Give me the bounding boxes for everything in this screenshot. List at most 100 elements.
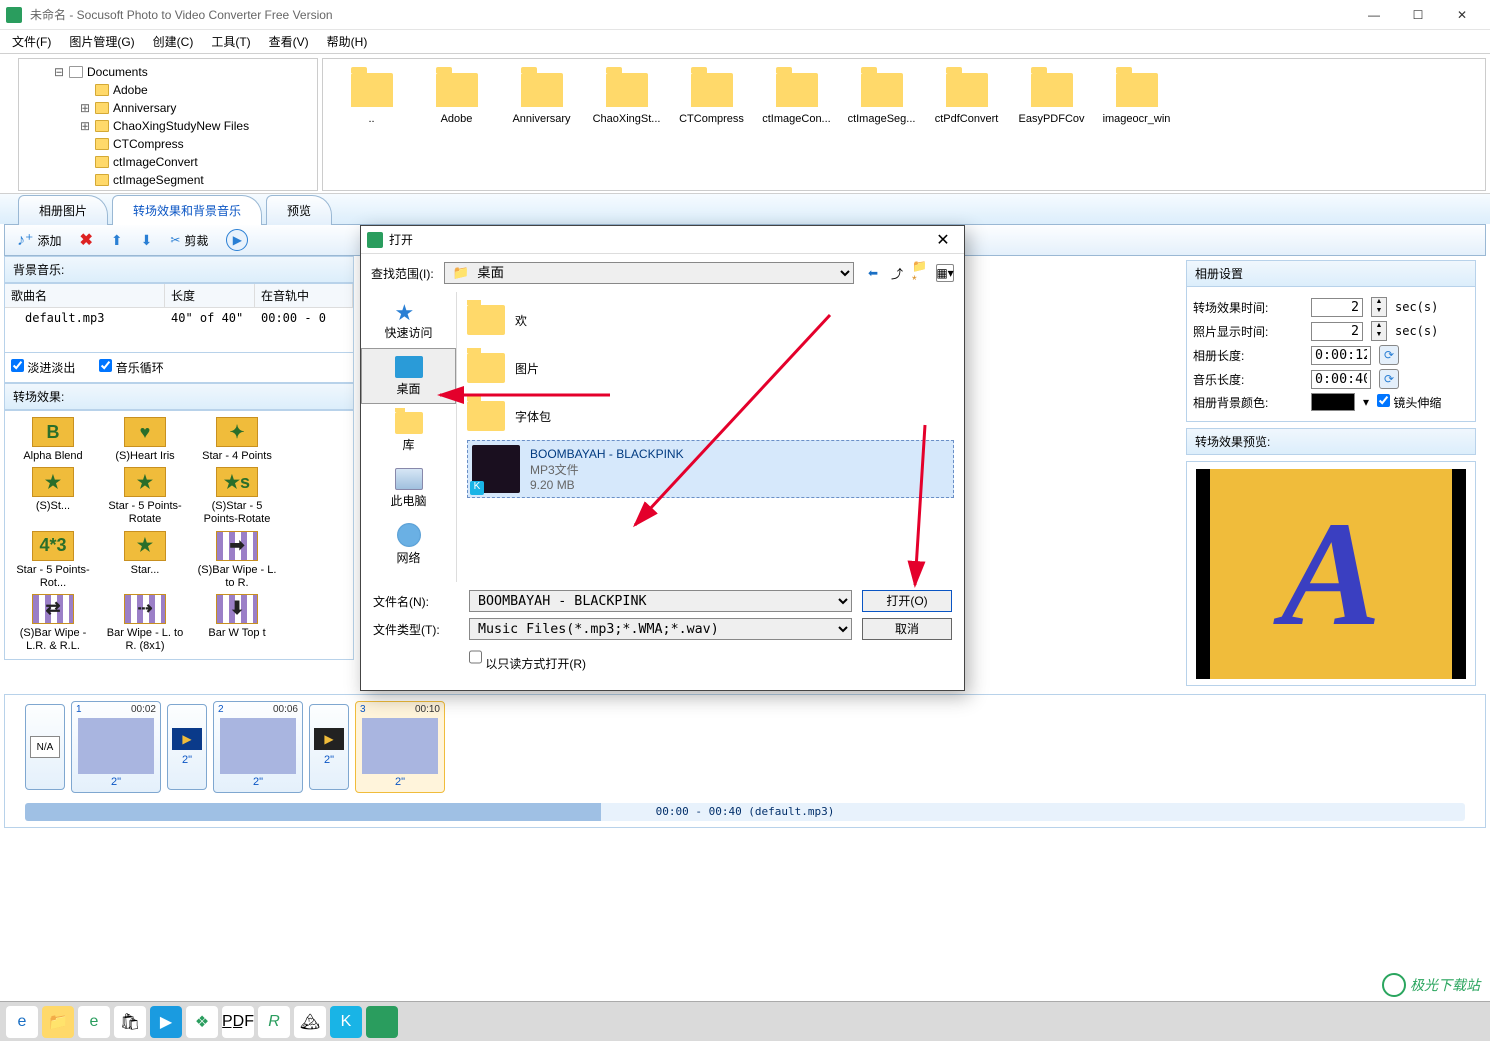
effect-item[interactable]: ➡(S)Bar Wipe - L. to R. [193, 531, 281, 590]
folder-item[interactable]: imageocr_win [1094, 65, 1179, 160]
folder-item[interactable]: ctImageCon... [754, 65, 839, 160]
taskbar-pdf-icon[interactable]: P̲D̲F [222, 1006, 254, 1038]
folder-item[interactable]: CTCompress [669, 65, 754, 160]
transition-item[interactable]: ▶2" [309, 704, 349, 790]
menu-image[interactable]: 图片管理(G) [61, 31, 142, 52]
transition-na[interactable]: N/A [25, 704, 65, 790]
tree-item[interactable]: ctImageConvert [23, 153, 313, 171]
nav-up-icon[interactable]: ⤴ [888, 264, 906, 282]
cut-button[interactable]: ✂剪裁 [166, 230, 212, 251]
dialog-close-button[interactable]: ✕ [928, 230, 958, 250]
effect-item[interactable]: BAlpha Blend [9, 417, 97, 463]
refresh-album-button[interactable]: ⟳ [1379, 345, 1399, 365]
file-list[interactable]: 欢图片字体包 BOOMBAYAH - BLACKPINK MP3文件 9.20 … [457, 292, 964, 582]
effect-item[interactable]: ⇢Bar Wipe - L. to R. (8x1) [101, 594, 189, 653]
taskbar-r-icon[interactable]: R [258, 1006, 290, 1038]
open-button[interactable]: 打开(O) [862, 590, 952, 612]
dialog-folder-item[interactable]: 字体包 [467, 392, 954, 440]
folder-item[interactable]: ChaoXingSt... [584, 65, 669, 160]
maximize-button[interactable]: ☐ [1396, 0, 1440, 30]
zoom-checkbox[interactable]: 镜头伸缩 [1377, 394, 1441, 411]
effect-item[interactable]: ★s(S)Star - 5 Points-Rotate [193, 467, 281, 526]
taskbar-k-icon[interactable]: K [330, 1006, 362, 1038]
show-time-input[interactable] [1311, 322, 1363, 341]
folder-item[interactable]: .. [329, 65, 414, 160]
audio-track[interactable]: 00:00 - 00:40 (default.mp3) [25, 803, 1465, 821]
taskbar-app1-icon[interactable]: ▶ [150, 1006, 182, 1038]
file-item-selected[interactable]: BOOMBAYAH - BLACKPINK MP3文件 9.20 MB [467, 440, 954, 498]
menu-create[interactable]: 创建(C) [145, 31, 202, 52]
folder-item[interactable]: Anniversary [499, 65, 584, 160]
move-up-button[interactable]: ⬆ [107, 230, 127, 251]
folder-tree[interactable]: ⊟Documents Adobe⊞Anniversary⊞ChaoXingStu… [18, 58, 318, 191]
folder-item[interactable]: ctPdfConvert [924, 65, 1009, 160]
minimize-button[interactable]: — [1352, 0, 1396, 30]
nav-newfolder-icon[interactable]: 📁* [912, 264, 930, 282]
tree-root[interactable]: Documents [87, 65, 148, 79]
tree-item[interactable]: CTCompress [23, 135, 313, 153]
menu-help[interactable]: 帮助(H) [319, 31, 376, 52]
taskbar-explorer-icon[interactable]: 📁 [42, 1006, 74, 1038]
refresh-music-button[interactable]: ⟳ [1379, 369, 1399, 389]
nav-view-icon[interactable]: ▦▾ [936, 264, 954, 282]
menu-tools[interactable]: 工具(T) [203, 31, 258, 52]
filetype-select[interactable]: Music Files(*.mp3;*.WMA;*.wav) [469, 618, 852, 640]
tree-item[interactable]: ⊞ChaoXingStudyNew Files [23, 117, 313, 135]
taskbar-img-icon[interactable]: 🏔 [294, 1006, 326, 1038]
tree-item[interactable]: Adobe [23, 81, 313, 99]
trans-time-spinner[interactable]: ▲▼ [1371, 297, 1387, 317]
tree-item[interactable]: ctPdfConvert [23, 189, 313, 191]
place-quick[interactable]: ★快速访问 [361, 292, 456, 348]
tree-item[interactable]: ⊞Anniversary [23, 99, 313, 117]
place-desktop[interactable]: 桌面 [361, 348, 456, 404]
taskbar-wechat-icon[interactable]: ❖ [186, 1006, 218, 1038]
clip-item[interactable]: 200:062" [213, 701, 303, 793]
tree-item[interactable]: ctImageSegment [23, 171, 313, 189]
delete-button[interactable]: ✖ [75, 228, 96, 252]
taskbar[interactable]: e 📁 e 🛍 ▶ ❖ P̲D̲F R 🏔 K [0, 1001, 1490, 1041]
effect-item[interactable]: ✦Star - 4 Points [193, 417, 281, 463]
tab-album[interactable]: 相册图片 [18, 195, 108, 225]
scope-select[interactable]: 📁 桌面 [444, 262, 854, 284]
taskbar-edge-icon[interactable]: e [6, 1006, 38, 1038]
tab-preview[interactable]: 预览 [266, 195, 332, 225]
effect-item[interactable]: ★Star - 5 Points-Rotate [101, 467, 189, 526]
taskbar-browser-icon[interactable]: e [78, 1006, 110, 1038]
folder-item[interactable]: Adobe [414, 65, 499, 160]
dialog-folder-item[interactable]: 图片 [467, 344, 954, 392]
nav-back-icon[interactable]: ⬅ [864, 264, 882, 282]
folder-item[interactable]: ctImageSeg... [839, 65, 924, 160]
place-pc[interactable]: 此电脑 [361, 460, 456, 516]
move-down-button[interactable]: ⬇ [137, 230, 157, 251]
folder-item[interactable]: EasyPDFCov [1009, 65, 1094, 160]
taskbar-store-icon[interactable]: 🛍 [114, 1006, 146, 1038]
taskbar-current-icon[interactable] [366, 1006, 398, 1038]
play-button[interactable]: ▶ [222, 227, 252, 253]
tab-transition[interactable]: 转场效果和背景音乐 [112, 195, 262, 225]
menu-file[interactable]: 文件(F) [4, 31, 59, 52]
clip-item[interactable]: 100:022" [71, 701, 161, 793]
effects-grid[interactable]: BAlpha Blend♥(S)Heart Iris✦Star - 4 Poin… [4, 410, 354, 660]
show-time-spinner[interactable]: ▲▼ [1371, 321, 1387, 341]
effect-item[interactable]: ★Star... [101, 531, 189, 590]
close-button[interactable]: ✕ [1440, 0, 1484, 30]
readonly-checkbox[interactable]: 以只读方式打开(R) [469, 646, 586, 672]
dialog-folder-item[interactable]: 欢 [467, 296, 954, 344]
bg-color-dropdown[interactable]: ▾ [1363, 395, 1369, 409]
transition-item[interactable]: ▶2" [167, 704, 207, 790]
effect-item[interactable]: ★(S)St... [9, 467, 97, 526]
filename-input[interactable]: BOOMBAYAH - BLACKPINK [469, 590, 852, 612]
menu-view[interactable]: 查看(V) [261, 31, 317, 52]
loop-checkbox[interactable]: 音乐循环 [99, 359, 163, 376]
fade-checkbox[interactable]: 淡进淡出 [11, 359, 75, 376]
bg-color-swatch[interactable] [1311, 393, 1355, 411]
clip-item[interactable]: 300:102" [355, 701, 445, 793]
song-row[interactable]: default.mp3 40" of 40" 00:00 - 0 [5, 308, 353, 328]
effect-item[interactable]: ⬇Bar W Top t [193, 594, 281, 653]
trans-time-input[interactable] [1311, 298, 1363, 317]
place-library[interactable]: 库 [361, 404, 456, 460]
add-button[interactable]: ♪⁺添加 [13, 228, 65, 252]
effect-item[interactable]: 4*3Star - 5 Points-Rot... [9, 531, 97, 590]
cancel-button[interactable]: 取消 [862, 618, 952, 640]
effect-item[interactable]: ⇄(S)Bar Wipe - L.R. & R.L. [9, 594, 97, 653]
